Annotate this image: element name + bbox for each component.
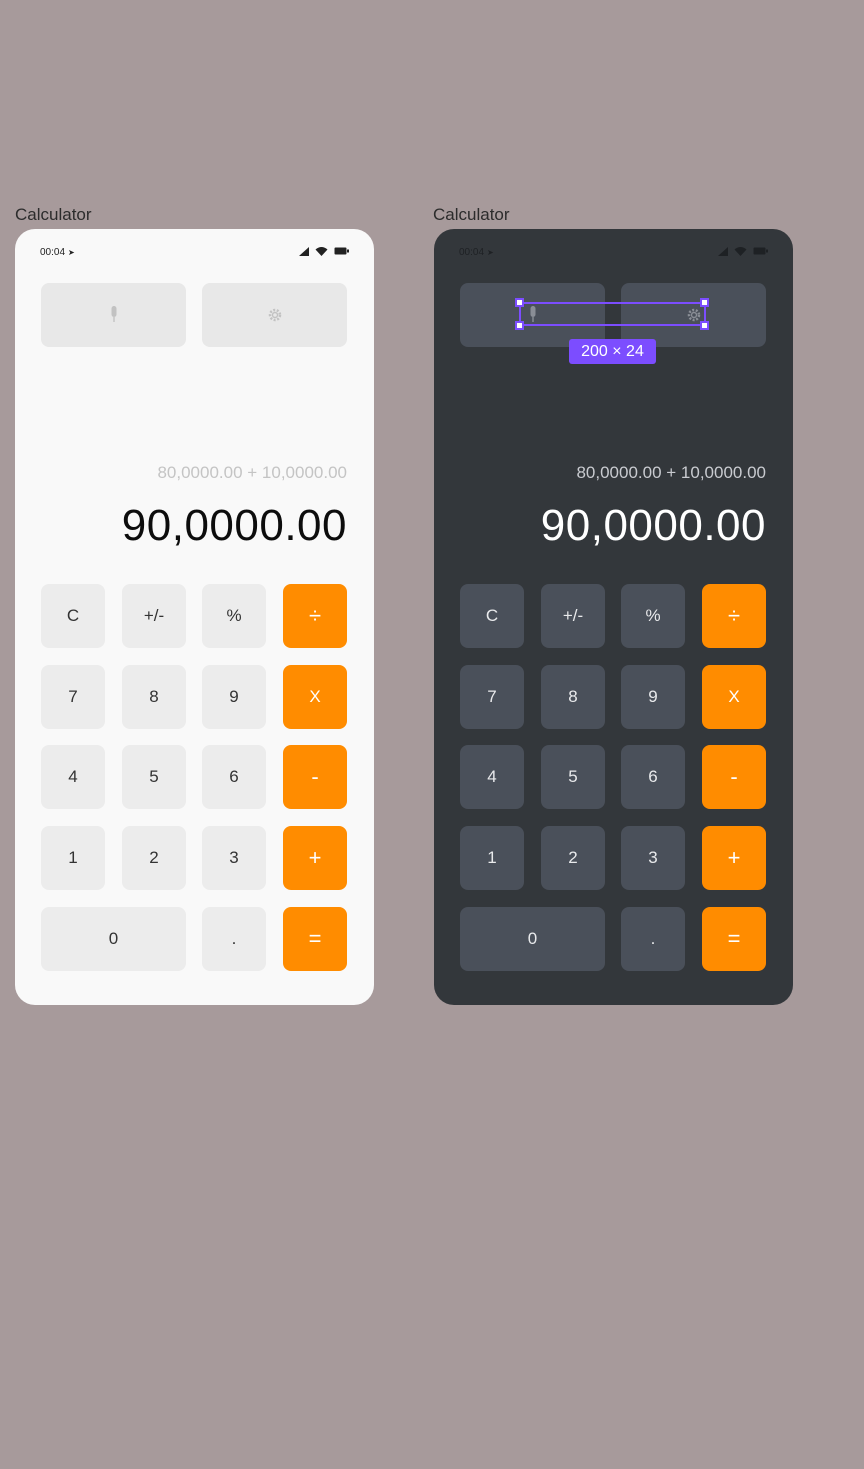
key-0[interactable]: 0 xyxy=(41,907,186,971)
clear-key[interactable]: C xyxy=(460,584,524,648)
voice-button[interactable] xyxy=(41,283,186,347)
selection-box[interactable] xyxy=(519,302,706,326)
settings-button[interactable] xyxy=(202,283,347,347)
frame-title-light[interactable]: Calculator xyxy=(15,205,92,225)
key-3[interactable]: 3 xyxy=(621,826,685,890)
location-icon: ➤ xyxy=(487,248,494,257)
plus-key[interactable]: + xyxy=(283,826,347,890)
wifi-icon xyxy=(315,247,328,256)
resize-handle-top-left[interactable] xyxy=(515,298,524,307)
decimal-key[interactable]: . xyxy=(202,907,266,971)
result-display: 90,0000.00 xyxy=(121,501,347,550)
key-4[interactable]: 4 xyxy=(41,745,105,809)
equals-key[interactable]: = xyxy=(283,907,347,971)
battery-icon xyxy=(334,247,349,255)
key-8[interactable]: 8 xyxy=(122,665,186,729)
calculator-light: 00:04 ➤ 80,0000.00 + 10,0000.00 90,0000.… xyxy=(15,229,374,1005)
multiply-key[interactable]: X xyxy=(283,665,347,729)
resize-handle-top-right[interactable] xyxy=(700,298,709,307)
wifi-icon xyxy=(734,247,747,256)
divide-key[interactable]: ÷ xyxy=(283,584,347,648)
key-1[interactable]: 1 xyxy=(41,826,105,890)
key-7[interactable]: 7 xyxy=(460,665,524,729)
key-5[interactable]: 5 xyxy=(541,745,605,809)
plus-key[interactable]: + xyxy=(702,826,766,890)
multiply-key[interactable]: X xyxy=(702,665,766,729)
key-1[interactable]: 1 xyxy=(460,826,524,890)
key-0[interactable]: 0 xyxy=(460,907,605,971)
key-6[interactable]: 6 xyxy=(202,745,266,809)
key-3[interactable]: 3 xyxy=(202,826,266,890)
key-6[interactable]: 6 xyxy=(621,745,685,809)
resize-handle-bottom-left[interactable] xyxy=(515,321,524,330)
microphone-icon xyxy=(111,306,116,322)
equals-key[interactable]: = xyxy=(702,907,766,971)
sign-key[interactable]: +/- xyxy=(541,584,605,648)
key-8[interactable]: 8 xyxy=(541,665,605,729)
signal-icon xyxy=(299,246,309,256)
key-2[interactable]: 2 xyxy=(122,826,186,890)
key-9[interactable]: 9 xyxy=(621,665,685,729)
resize-handle-bottom-right[interactable] xyxy=(700,321,709,330)
status-time: 00:04 xyxy=(459,247,485,258)
key-7[interactable]: 7 xyxy=(41,665,105,729)
divide-key[interactable]: ÷ xyxy=(702,584,766,648)
selection-size-badge: 200 × 24 xyxy=(569,339,656,364)
sign-key[interactable]: +/- xyxy=(122,584,186,648)
location-icon: ➤ xyxy=(68,248,75,257)
expression-display: 80,0000.00 + 10,0000.00 xyxy=(576,463,766,482)
decimal-key[interactable]: . xyxy=(621,907,685,971)
minus-key[interactable]: - xyxy=(702,745,766,809)
key-9[interactable]: 9 xyxy=(202,665,266,729)
status-bar: 00:04 ➤ xyxy=(434,245,793,259)
result-display: 90,0000.00 xyxy=(540,501,766,550)
percent-key[interactable]: % xyxy=(621,584,685,648)
key-2[interactable]: 2 xyxy=(541,826,605,890)
percent-key[interactable]: % xyxy=(202,584,266,648)
status-time: 00:04 xyxy=(40,247,66,258)
gear-icon xyxy=(268,308,281,322)
battery-icon xyxy=(753,247,768,255)
key-4[interactable]: 4 xyxy=(460,745,524,809)
expression-display: 80,0000.00 + 10,0000.00 xyxy=(157,463,347,482)
minus-key[interactable]: - xyxy=(283,745,347,809)
status-bar: 00:04 ➤ xyxy=(15,245,374,259)
key-5[interactable]: 5 xyxy=(122,745,186,809)
clear-key[interactable]: C xyxy=(41,584,105,648)
signal-icon xyxy=(718,246,728,256)
frame-title-dark[interactable]: Calculator xyxy=(433,205,510,225)
